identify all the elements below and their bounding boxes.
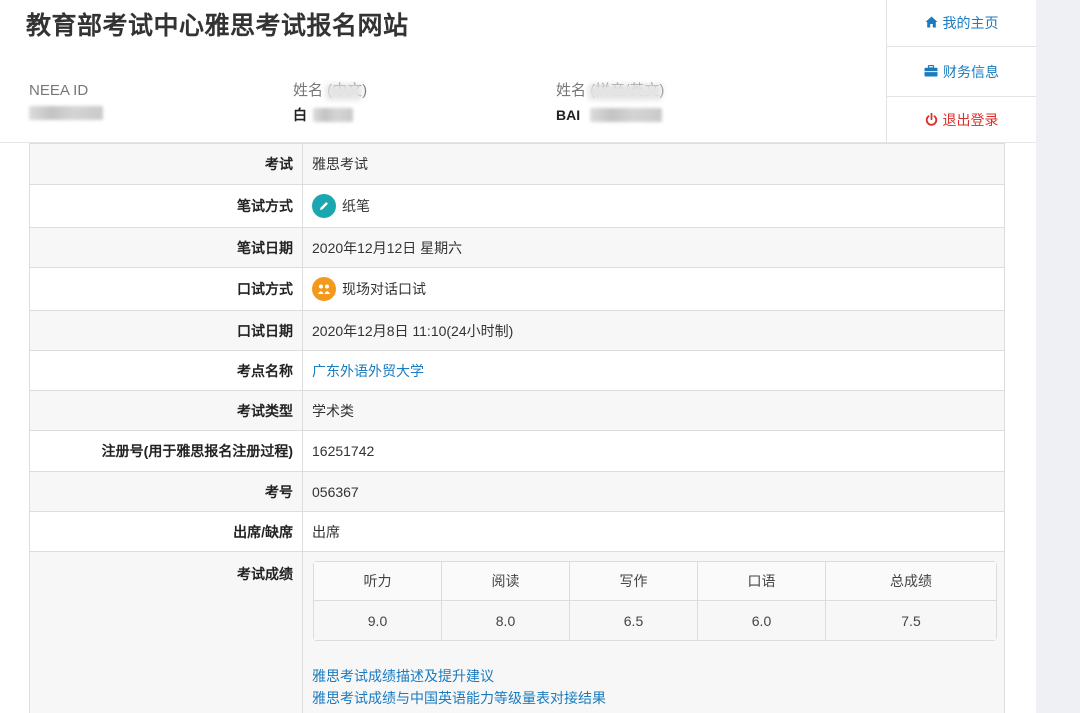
score-header-overall: 总成绩 [826, 562, 996, 601]
oral-mode-cell: 现场对话口试 [302, 267, 1005, 311]
score-table: 听力 阅读 写作 口语 总成绩 9.0 8.0 6.5 6.0 7.5 [313, 561, 997, 641]
attendance-value: 出席 [302, 511, 1005, 552]
written-date-label: 笔试日期 [29, 227, 303, 268]
right-gutter [1036, 0, 1080, 713]
exam-value: 雅思考试 [302, 143, 1005, 185]
score-speaking: 6.0 [698, 601, 826, 640]
side-nav: 我的主页 财务信息 退出登录 [886, 0, 1036, 143]
score-links: 雅思考试成绩描述及提升建议 雅思考试成绩与中国英语能力等级量表对接结果 [312, 665, 1004, 713]
written-mode-label: 笔试方式 [29, 184, 303, 228]
score-listening: 9.0 [314, 601, 442, 640]
score-header-listening: 听力 [314, 562, 442, 601]
oral-mode-label: 口试方式 [29, 267, 303, 311]
score-writing: 6.5 [570, 601, 698, 640]
oral-date-label: 口试日期 [29, 310, 303, 351]
briefcase-icon [924, 64, 938, 79]
nav-finance-label: 财务信息 [943, 63, 999, 80]
name-en-text: BAI [556, 107, 581, 123]
written-date-value: 2020年12月12日 星期六 [302, 227, 1005, 268]
row-attendance: 出席/缺席 出席 [29, 511, 1005, 552]
redacted-name-cn [313, 108, 353, 122]
score-value-row: 9.0 8.0 6.5 6.0 7.5 [314, 601, 996, 640]
nav-logout[interactable]: 退出登录 [887, 97, 1036, 143]
neea-id-label: NEEA ID [29, 82, 89, 99]
written-mode-value: 纸笔 [342, 198, 370, 214]
test-center-cell: 广东外语外贸大学 [302, 350, 1005, 391]
score-overall: 7.5 [826, 601, 996, 640]
row-written-mode: 笔试方式 纸笔 [29, 184, 1005, 228]
exam-detail-panel: 考试 雅思考试 笔试方式 纸笔 笔试日期 2020年12月12日 星期六 口试方… [29, 143, 1005, 713]
exam-type-value: 学术类 [302, 390, 1005, 431]
oral-date-value: 2020年12月8日 11:10(24小时制) [302, 310, 1005, 351]
redacted-name-cn-label [326, 84, 362, 100]
score-header-speaking: 口语 [698, 562, 826, 601]
home-icon [925, 16, 938, 30]
score-header-reading: 阅读 [442, 562, 570, 601]
row-candidate-number: 考号 056367 [29, 471, 1005, 512]
name-en-value: BAI [556, 106, 664, 124]
row-registration: 注册号(用于雅思报名注册过程) 16251742 [29, 430, 1005, 472]
row-scores: 考试成绩 听力 阅读 写作 口语 总成绩 9.0 8.0 6.5 6.0 7.5… [29, 551, 1005, 713]
score-reading: 8.0 [442, 601, 570, 640]
registration-label: 注册号(用于雅思报名注册过程) [29, 430, 303, 472]
page-header: 教育部考试中心雅思考试报名网站 NEEA ID 姓名 (中文) 白 姓名 (拼音… [0, 0, 1036, 143]
test-center-link[interactable]: 广东外语外贸大学 [312, 363, 424, 379]
candidate-number-label: 考号 [29, 471, 303, 512]
scores-label: 考试成绩 [29, 551, 303, 713]
nav-home[interactable]: 我的主页 [887, 0, 1036, 47]
neea-id-block: NEEA ID [29, 82, 103, 120]
score-header-row: 听力 阅读 写作 口语 总成绩 [314, 562, 996, 601]
nav-home-label: 我的主页 [942, 15, 999, 31]
name-cn-text: 白 [293, 107, 307, 123]
pencil-icon [312, 194, 336, 218]
redacted-name-en [590, 108, 663, 122]
scores-cell: 听力 阅读 写作 口语 总成绩 9.0 8.0 6.5 6.0 7.5 雅思考试… [302, 551, 1005, 713]
power-icon [925, 112, 938, 128]
conversation-icon [312, 277, 336, 301]
row-exam-type: 考试类型 学术类 [29, 390, 1005, 431]
nav-logout-label: 退出登录 [942, 112, 999, 128]
score-description-link[interactable]: 雅思考试成绩描述及提升建议 [312, 665, 1004, 687]
row-test-center: 考点名称 广东外语外贸大学 [29, 350, 1005, 391]
row-exam: 考试 雅思考试 [29, 143, 1005, 185]
row-oral-date: 口试日期 2020年12月8日 11:10(24小时制) [29, 310, 1005, 351]
redacted-name-en-label [588, 84, 662, 100]
redacted-neea-id [29, 106, 103, 120]
test-center-label: 考点名称 [29, 350, 303, 391]
written-mode-cell: 纸笔 [302, 184, 1005, 228]
registration-value: 16251742 [302, 430, 1005, 472]
row-written-date: 笔试日期 2020年12月12日 星期六 [29, 227, 1005, 268]
score-header-writing: 写作 [570, 562, 698, 601]
attendance-label: 出席/缺席 [29, 511, 303, 552]
oral-mode-value: 现场对话口试 [342, 281, 426, 297]
exam-label: 考试 [29, 143, 303, 185]
nav-finance[interactable]: 财务信息 [887, 47, 1036, 97]
exam-type-label: 考试类型 [29, 390, 303, 431]
exam-detail-table: 考试 雅思考试 笔试方式 纸笔 笔试日期 2020年12月12日 星期六 口试方… [29, 143, 1005, 713]
score-cse-link[interactable]: 雅思考试成绩与中国英语能力等级量表对接结果 [312, 687, 1004, 709]
name-cn-value: 白 [293, 106, 367, 124]
candidate-number-value: 056367 [302, 471, 1005, 512]
neea-id-value [29, 106, 103, 120]
site-title: 教育部考试中心雅思考试报名网站 [26, 12, 409, 40]
row-oral-mode: 口试方式 现场对话口试 [29, 267, 1005, 311]
